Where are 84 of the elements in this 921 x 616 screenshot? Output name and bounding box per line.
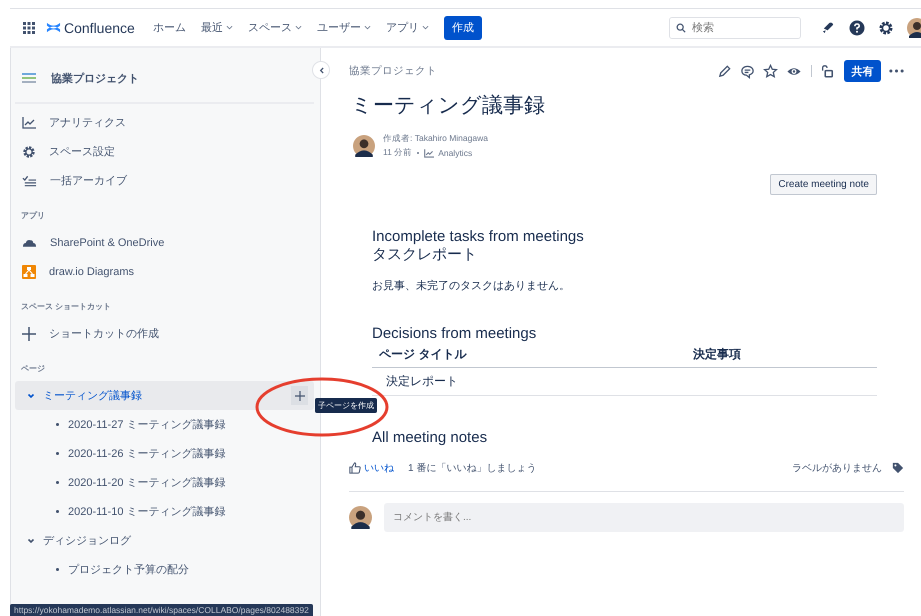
plus-icon: [294, 390, 304, 400]
sidebar-item[interactable]: スペース設定: [13, 137, 314, 166]
labels-text: ラベルがありません: [792, 462, 882, 475]
add-child-page-button[interactable]: [291, 386, 308, 405]
column-header: ページ タイトル: [372, 346, 686, 368]
author-text: 作成者: Takahiro Minagawa: [383, 133, 488, 145]
chevron-left-icon: [318, 66, 324, 74]
cloud-icon: [22, 238, 37, 248]
pencil-icon[interactable]: [717, 64, 732, 78]
section-heading: All meeting notes: [372, 429, 488, 447]
chevron-down-icon: [364, 25, 371, 30]
bullet-icon: [56, 481, 59, 484]
bullet-icon: [56, 423, 59, 426]
page-tree-item[interactable]: 2020-11-20 ミーティング議事録: [13, 468, 314, 497]
sidebar-item[interactable]: 一括アーカイブ: [13, 166, 314, 195]
like-prompt: 1 番に「いいね」しましょう: [408, 462, 536, 475]
status-bar-url: https://yokohamademo.atlassian.net/wiki/spaces/COLLABO/pages/802488392: [10, 604, 313, 616]
breadcrumb-link[interactable]: 協業プロジェクト: [349, 64, 437, 78]
bullet-icon: [56, 510, 59, 513]
diagram-icon: [22, 264, 36, 278]
section-heading: Incomplete tasks from meetings タスクレポート: [372, 228, 585, 264]
bullet-icon: [56, 452, 59, 455]
author-avatar: [353, 135, 375, 157]
analytics-link[interactable]: Analytics: [424, 148, 472, 158]
share-button[interactable]: 共有: [844, 60, 881, 82]
page-tree-item[interactable]: 2020-11-26 ミーティング議事録: [13, 439, 314, 468]
space-icon: [22, 73, 36, 83]
page-tree-item[interactable]: ミーティング議事録: [15, 381, 314, 410]
chevron-down-icon: [294, 25, 302, 30]
logo-icon: [46, 20, 61, 35]
star-icon[interactable]: [763, 64, 778, 78]
create-meeting-note-button[interactable]: Create meeting note: [770, 174, 877, 195]
chevron-down-icon[interactable]: [27, 392, 35, 400]
nav-menu[interactable]: ユーザー: [316, 20, 371, 35]
help-icon[interactable]: [849, 20, 865, 36]
section-heading: アプリ: [20, 210, 46, 222]
tag-icon[interactable]: [892, 462, 904, 474]
create-shortcut-button[interactable]: ショートカットの作成: [13, 319, 314, 348]
app-grid-icon[interactable]: [23, 22, 35, 34]
user-avatar[interactable]: [907, 18, 921, 38]
checklist-icon: [22, 174, 37, 186]
nav-menu[interactable]: スペース: [248, 20, 302, 35]
page-tree-item[interactable]: 2020-11-27 ミーティング議事録: [13, 410, 314, 439]
nav-menu[interactable]: ホーム: [152, 20, 186, 35]
chevron-down-icon[interactable]: [27, 536, 35, 544]
page-title: ミーティング議事録: [351, 93, 546, 119]
space-title[interactable]: 協業プロジェクト: [51, 70, 139, 86]
bullet-icon: [56, 568, 59, 571]
sidebar-item[interactable]: draw.io Diagrams: [13, 257, 314, 286]
settings-icon[interactable]: [878, 20, 894, 36]
separator-dot: [417, 152, 420, 154]
create-button[interactable]: 作成: [444, 16, 482, 40]
chart-icon: [22, 116, 36, 128]
comment-icon[interactable]: [740, 64, 755, 78]
tasks-message: お見事、未完了のタスクはありません。: [372, 278, 571, 293]
confluence-logo[interactable]: Confluence: [46, 20, 135, 36]
unlocked-icon[interactable]: [820, 64, 834, 78]
chart-icon: [424, 148, 434, 158]
comment-field[interactable]: コメントを書く...: [384, 503, 904, 532]
chevron-down-icon: [422, 25, 429, 30]
timestamp: 11 分前: [383, 147, 412, 159]
more-icon[interactable]: [889, 69, 904, 73]
sidebar-item[interactable]: SharePoint & OneDrive: [13, 228, 314, 257]
table-cell: 決定レポート: [386, 374, 458, 388]
search-icon: [676, 22, 686, 32]
tooltip: 子ページを作成: [315, 398, 377, 413]
chevron-down-icon: [226, 25, 233, 30]
section-heading: ページ: [20, 363, 46, 375]
gear-icon: [22, 144, 36, 158]
nav-menu[interactable]: アプリ: [386, 20, 429, 35]
section-heading: スペース ショートカット: [20, 301, 112, 313]
column-header: 決定事項: [686, 346, 877, 368]
page-tree-item[interactable]: プロジェクト予算の配分: [13, 555, 314, 584]
page-tree-item[interactable]: 2020-11-10 ミーティング議事録: [13, 497, 314, 526]
page-tree-item[interactable]: ディシジョンログ: [15, 526, 314, 555]
sidebar-item[interactable]: アナリティクス: [13, 108, 314, 137]
search-field[interactable]: 検索: [669, 16, 801, 38]
thumbs-up-icon: [349, 462, 361, 474]
like-button[interactable]: いいね: [349, 461, 394, 475]
plus-icon: [22, 326, 36, 340]
collapse-sidebar-button[interactable]: [312, 61, 330, 79]
user-avatar: [349, 506, 372, 529]
nav-menu[interactable]: 最近: [200, 20, 233, 35]
section-heading: Decisions from meetings: [372, 325, 538, 343]
